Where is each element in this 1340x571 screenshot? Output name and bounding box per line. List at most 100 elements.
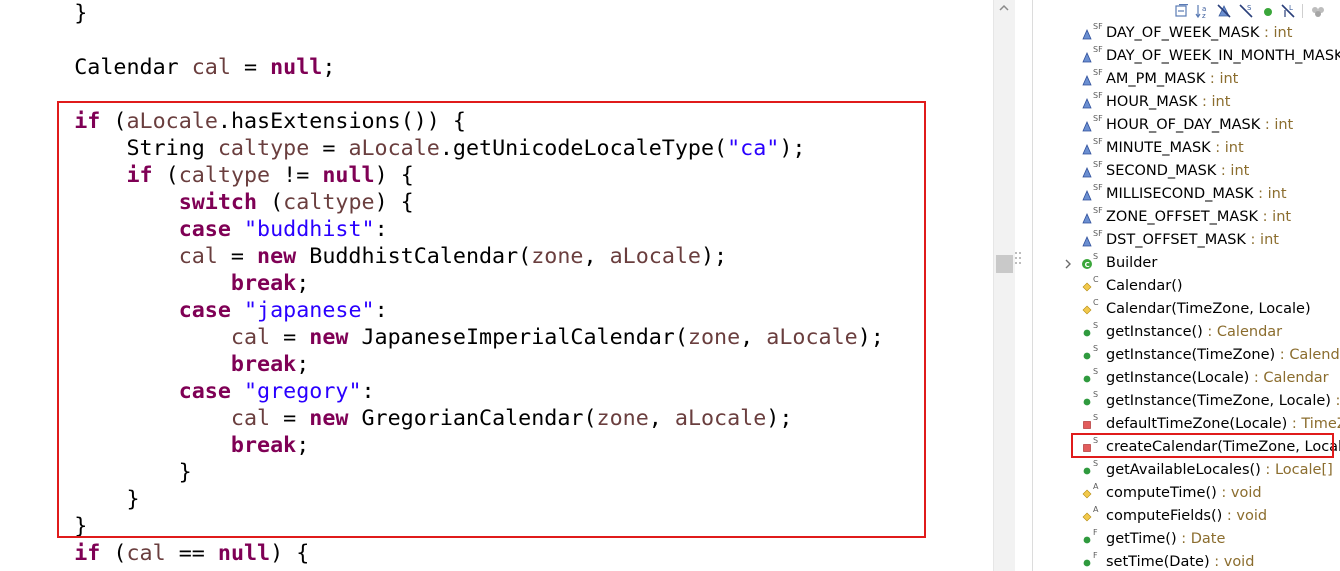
outline-item[interactable]: C S Builder <box>1033 252 1340 275</box>
member-name: getInstance(TimeZone, Locale) <box>1106 393 1331 409</box>
code-identifier: cal <box>126 541 166 566</box>
modifier-badge: A <box>1093 482 1099 491</box>
private-method-icon <box>1083 421 1091 429</box>
hide-static-icon[interactable]: S <box>1238 3 1254 19</box>
hide-non-public-icon[interactable] <box>1260 3 1276 19</box>
outline-item-label: DAY_OF_WEEK_MASK : int <box>1106 22 1292 45</box>
svg-text:z: z <box>1202 12 1206 19</box>
svg-text:L: L <box>1289 4 1293 12</box>
member-type: void <box>1223 554 1255 570</box>
member-type: Calendar <box>1263 370 1329 386</box>
outline-item-label: setTime(Date) : void <box>1106 551 1254 571</box>
member-name: MILLISECOND_MASK <box>1106 186 1254 202</box>
svg-text:S: S <box>1247 4 1252 12</box>
member-type-separator: : <box>1258 209 1273 225</box>
nested-class-icon: C <box>1082 259 1092 269</box>
member-type-separator: : <box>1176 531 1191 547</box>
outline-item-label: getInstance(TimeZone, Locale) : <box>1106 390 1340 413</box>
outline-item[interactable]: SF ZONE_OFFSET_MASK : int <box>1033 206 1340 229</box>
outline-item-label: getTime() : Date <box>1106 528 1225 551</box>
outline-item[interactable]: SF HOUR_MASK : int <box>1033 91 1340 114</box>
outline-item[interactable]: FgetTime() : Date <box>1033 528 1340 551</box>
code-keyword: null <box>217 541 271 566</box>
member-type: int <box>1230 163 1250 179</box>
outline-item[interactable]: SF AM_PM_MASK : int <box>1033 68 1340 91</box>
member-type: int <box>1274 117 1294 133</box>
outline-item-label: getAvailableLocales() : Locale[] <box>1106 459 1333 482</box>
member-type: int <box>1211 94 1231 110</box>
outline-item[interactable]: AcomputeTime() : void <box>1033 482 1340 505</box>
outline-item-label: DST_OFFSET_MASK : int <box>1106 229 1279 252</box>
member-type-separator: : <box>1249 370 1264 386</box>
member-name: computeTime() <box>1106 485 1217 501</box>
code-keyword: null <box>270 55 323 80</box>
scroll-up-arrow-icon[interactable] <box>998 2 1010 14</box>
modifier-badge: SF <box>1093 114 1103 123</box>
member-type-separator: : <box>1209 554 1224 570</box>
member-type: Calendar <box>1289 347 1340 363</box>
static-final-field-icon <box>1082 121 1092 132</box>
modifier-badge: S <box>1093 390 1099 399</box>
static-final-field-icon <box>1082 213 1092 224</box>
outline-item[interactable]: SF MINUTE_MASK : int <box>1033 137 1340 160</box>
member-name: Builder <box>1106 255 1158 271</box>
outline-item[interactable]: C Calendar() <box>1033 275 1340 298</box>
member-name: MINUTE_MASK <box>1106 140 1211 156</box>
modifier-badge: S <box>1093 321 1099 330</box>
svg-text:C: C <box>1085 261 1090 269</box>
outline-item[interactable]: SF DST_OFFSET_MASK : int <box>1033 229 1340 252</box>
member-name: DAY_OF_WEEK_MASK <box>1106 25 1260 41</box>
code-line[interactable]: Calendar cal = null; <box>22 54 335 81</box>
member-type: void <box>1230 485 1262 501</box>
outline-item[interactable]: C Calendar(TimeZone, Locale) <box>1033 298 1340 321</box>
outline-item-label: getInstance() : Calendar <box>1106 321 1282 344</box>
outline-item[interactable]: AcomputeFields() : void <box>1033 505 1340 528</box>
expand-chevron-icon[interactable] <box>1063 258 1073 270</box>
hide-fields-icon[interactable] <box>1216 3 1232 19</box>
member-type-separator: : <box>1222 508 1237 524</box>
member-type: int <box>1273 25 1293 41</box>
outline-item-label: AM_PM_MASK : int <box>1106 68 1238 91</box>
code-editor[interactable]: } Calendar cal = null; if (aLocale.hasEx… <box>0 0 993 571</box>
scroll-thumb[interactable] <box>996 255 1013 273</box>
outline-item-label: getInstance(TimeZone) : Calendar <box>1106 344 1340 367</box>
outline-item[interactable]: SF DAY_OF_WEEK_MASK : int <box>1033 22 1340 45</box>
hide-local-types-icon[interactable]: L <box>1280 3 1296 19</box>
outline-item-label: HOUR_MASK : int <box>1106 91 1230 114</box>
outline-item[interactable]: SF SECOND_MASK : int <box>1033 160 1340 183</box>
member-type-separator: : <box>1202 324 1217 340</box>
member-name: getAvailableLocales() <box>1106 462 1261 478</box>
outline-item[interactable]: SF HOUR_OF_DAY_MASK : int <box>1033 114 1340 137</box>
code-line[interactable]: if (cal == null) { <box>22 540 309 567</box>
splitter-grip-icon[interactable] <box>1014 250 1022 266</box>
member-type-separator: : <box>1216 163 1231 179</box>
modifier-badge: C <box>1093 275 1099 284</box>
outline-item-label: DAY_OF_WEEK_IN_MONTH_MASK <box>1106 45 1340 68</box>
member-name: AM_PM_MASK <box>1106 71 1206 87</box>
code-line[interactable]: } <box>22 0 87 27</box>
outline-item[interactable]: SgetInstance(TimeZone, Locale) : <box>1033 390 1340 413</box>
modifier-badge: C <box>1093 298 1099 307</box>
code-text: ) { <box>270 541 310 566</box>
outline-item[interactable]: SgetAvailableLocales() : Locale[] <box>1033 459 1340 482</box>
editor-vertical-scrollbar[interactable] <box>993 0 1015 571</box>
modifier-badge: S <box>1093 413 1099 422</box>
outline-item[interactable]: SgetInstance() : Calendar <box>1033 321 1340 344</box>
toolbar-separator <box>1302 4 1303 18</box>
public-method-icon <box>1083 375 1091 383</box>
outline-item[interactable]: SF DAY_OF_WEEK_IN_MONTH_MASK <box>1033 45 1340 68</box>
code-identifier: cal <box>191 55 231 80</box>
modifier-badge: S <box>1093 367 1099 376</box>
protected-method-icon <box>1082 305 1092 315</box>
code-keyword: if <box>74 541 101 566</box>
outline-item[interactable]: SF MILLISECOND_MASK : int <box>1033 183 1340 206</box>
collapse-all-icon[interactable] <box>1174 3 1190 19</box>
link-with-editor-icon[interactable] <box>1310 3 1326 19</box>
member-type: int <box>1219 71 1239 87</box>
member-name: setTime(Date) <box>1106 554 1210 570</box>
outline-item[interactable]: SgetInstance(TimeZone) : Calendar <box>1033 344 1340 367</box>
outline-item[interactable]: FsetTime(Date) : void <box>1033 551 1340 571</box>
member-type: int <box>1260 232 1279 248</box>
sort-alphabetical-icon[interactable]: a z <box>1194 3 1210 19</box>
outline-item[interactable]: SgetInstance(Locale) : Calendar <box>1033 367 1340 390</box>
